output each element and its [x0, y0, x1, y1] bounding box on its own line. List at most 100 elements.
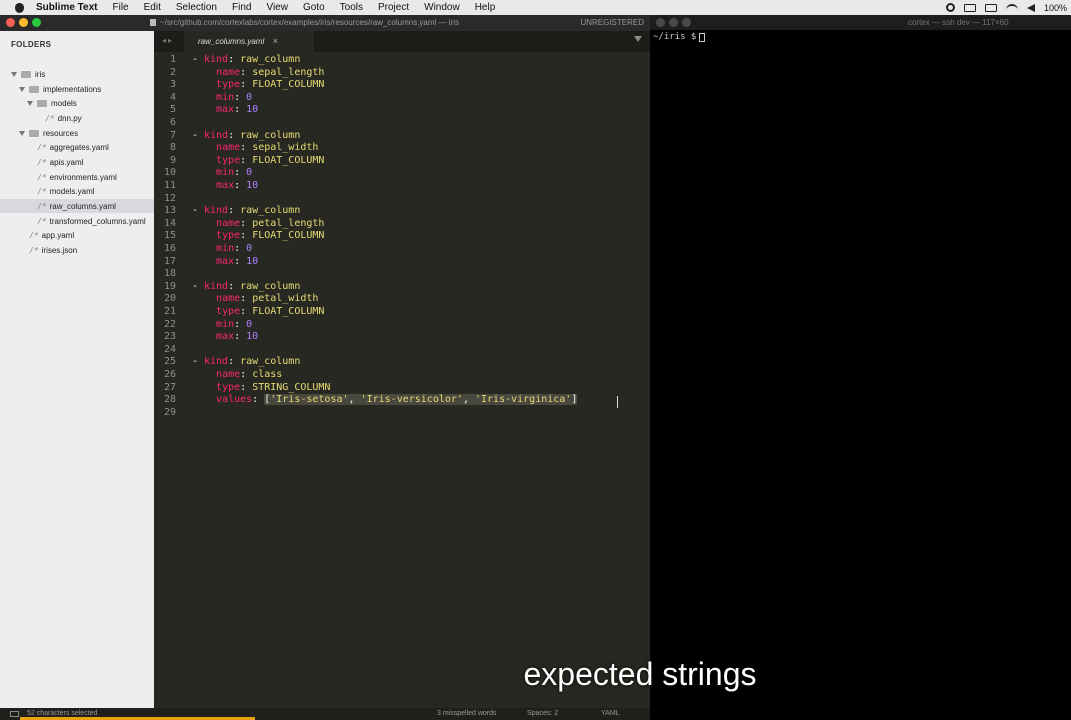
fold-marker-icon[interactable]: -	[192, 281, 198, 292]
terminal-titlebar: cortex — ssh dev — 117×60	[650, 15, 1071, 30]
code-line: 22 min: 0	[163, 318, 253, 330]
folder-icon	[21, 70, 31, 78]
sidebar-item-environments[interactable]: /* environments.yaml	[37, 170, 117, 184]
disclosure-open-icon[interactable]	[19, 86, 25, 92]
battery-percent[interactable]: 100%	[1044, 3, 1067, 13]
terminal-prompt-line[interactable]: ~/iris $	[653, 32, 706, 42]
selected-text[interactable]: ['Iris-setosa', 'Iris-versicolor', 'Iris…	[264, 394, 578, 406]
apple-menu-icon[interactable]	[12, 2, 26, 13]
display-icon[interactable]	[963, 3, 976, 12]
sidebar-item-dnn-py[interactable]: /* dnn.py	[45, 111, 82, 125]
menu-tools[interactable]: Tools	[340, 2, 363, 13]
menu-file[interactable]: File	[113, 2, 129, 13]
file-icon: /*	[37, 216, 47, 226]
sidebar-item-apis[interactable]: /* apis.yaml	[37, 155, 83, 169]
disclosure-open-icon[interactable]	[19, 130, 25, 136]
syntax-status[interactable]: YAML	[601, 710, 620, 717]
tab-dropdown-icon[interactable]	[634, 36, 642, 42]
record-icon[interactable]	[945, 3, 955, 12]
code-line: 5 max: 10	[169, 104, 259, 116]
folders-sidebar: FOLDERS iris implementations models /* d…	[0, 31, 154, 708]
sidebar-item-iris[interactable]: iris	[11, 67, 45, 81]
airplay-icon[interactable]	[984, 3, 997, 12]
sidebar-item-models-yaml[interactable]: /* models.yaml	[37, 184, 95, 198]
menu-help[interactable]: Help	[475, 2, 496, 13]
code-line: 12	[163, 192, 176, 204]
file-icon: /*	[37, 201, 47, 211]
close-window-button[interactable]	[6, 18, 15, 27]
file-icon: /*	[37, 172, 47, 182]
sidebar-item-irises-json[interactable]: /* irises.json	[29, 243, 77, 257]
sidebar-item-app-yaml[interactable]: /* app.yaml	[29, 228, 74, 242]
terminal-prompt: ~/iris $	[653, 32, 697, 42]
terminal-title: cortex — ssh dev — 117×60	[908, 18, 1009, 27]
status-icons: 100%	[945, 0, 1067, 15]
document-icon	[150, 19, 156, 26]
code-line: 24	[163, 343, 176, 355]
sidebar-item-raw-columns[interactable]: /* raw_columns.yaml	[0, 199, 154, 213]
menu-find[interactable]: Find	[232, 2, 251, 13]
sidebar-item-transformed-columns[interactable]: /* transformed_columns.yaml	[37, 214, 146, 228]
tab-nav-arrows-icon[interactable]: ◂▸	[162, 36, 174, 45]
macos-menubar: Sublime Text File Edit Selection Find Vi…	[0, 0, 1071, 15]
window-controls	[6, 18, 41, 27]
zoom-window-button[interactable]	[32, 18, 41, 27]
terminal-window[interactable]: cortex — ssh dev — 117×60 ~/iris $	[650, 15, 1071, 720]
misspelled-status[interactable]: 3 misspelled words	[437, 710, 497, 717]
panel-toggle-icon[interactable]	[10, 711, 19, 717]
fold-marker-icon[interactable]: -	[192, 205, 198, 216]
code-line: 9 type: FLOAT_COLUMN	[169, 154, 325, 166]
folder-icon	[29, 85, 39, 93]
code-line: 18	[163, 268, 176, 280]
menu-view[interactable]: View	[266, 2, 288, 13]
menu-edit[interactable]: Edit	[144, 2, 161, 13]
sidebar-item-implementations[interactable]: implementations	[19, 82, 101, 96]
tab-bar: ◂▸ raw_columns.yaml ×	[154, 31, 650, 52]
sidebar-item-aggregates[interactable]: /* aggregates.yaml	[37, 140, 109, 154]
zoom-window-button[interactable]	[682, 18, 691, 27]
code-line: 20 name: petal_width	[163, 293, 319, 305]
screen: Sublime Text File Edit Selection Find Vi…	[0, 0, 1071, 720]
code-line: 21 type: FLOAT_COLUMN	[163, 306, 325, 317]
minimize-window-button[interactable]	[19, 18, 28, 27]
video-caption: expected strings	[523, 656, 757, 692]
code-line: 23 max: 10	[163, 331, 259, 343]
menu-selection[interactable]: Selection	[176, 2, 217, 13]
mouse-ibeam-cursor-icon	[617, 396, 618, 408]
code-line: 15 type: FLOAT_COLUMN	[163, 230, 325, 242]
file-icon: /*	[37, 142, 47, 152]
code-line: 26 name: class	[163, 369, 283, 380]
volume-icon[interactable]	[1026, 3, 1035, 12]
code-line: 29	[163, 406, 176, 418]
close-tab-icon[interactable]: ×	[273, 36, 278, 46]
fold-marker-icon[interactable]: -	[192, 130, 198, 141]
code-editor[interactable]: 1- kind: raw_column 2 name: sepal_length …	[154, 52, 650, 708]
selection-status: 52 characters selected	[27, 710, 98, 717]
code-line: 10 min: 0	[163, 167, 253, 179]
minimize-window-button[interactable]	[669, 18, 678, 27]
file-icon: /*	[45, 113, 55, 123]
menu-app[interactable]: Sublime Text	[36, 2, 98, 13]
fold-marker-icon[interactable]: -	[192, 356, 198, 367]
indentation-status[interactable]: Spaces: 2	[527, 710, 558, 717]
folder-icon	[29, 129, 39, 137]
code-line: 27 type: STRING_COLUMN	[163, 381, 331, 393]
menu-window[interactable]: Window	[424, 2, 460, 13]
file-icon: /*	[29, 245, 39, 255]
disclosure-open-icon[interactable]	[11, 71, 17, 77]
sidebar-item-resources[interactable]: resources	[19, 126, 78, 140]
fold-marker-icon[interactable]: -	[192, 54, 198, 65]
window-titlebar: ~/src/github.com/cortexlabs/cortex/examp…	[0, 15, 650, 31]
disclosure-open-icon[interactable]	[27, 100, 33, 106]
code-line: 7- kind: raw_column	[169, 129, 301, 141]
wifi-icon[interactable]	[1005, 3, 1018, 12]
terminal-window-controls	[656, 18, 691, 27]
terminal-cursor	[699, 32, 706, 42]
sidebar-item-models-folder[interactable]: models	[27, 96, 77, 110]
close-window-button[interactable]	[656, 18, 665, 27]
code-line: 4 min: 0	[169, 91, 253, 103]
tab-raw-columns[interactable]: raw_columns.yaml ×	[184, 31, 314, 52]
menu-project[interactable]: Project	[378, 2, 409, 13]
code-line: 2 name: sepal_length	[169, 66, 325, 78]
menu-goto[interactable]: Goto	[303, 2, 325, 13]
